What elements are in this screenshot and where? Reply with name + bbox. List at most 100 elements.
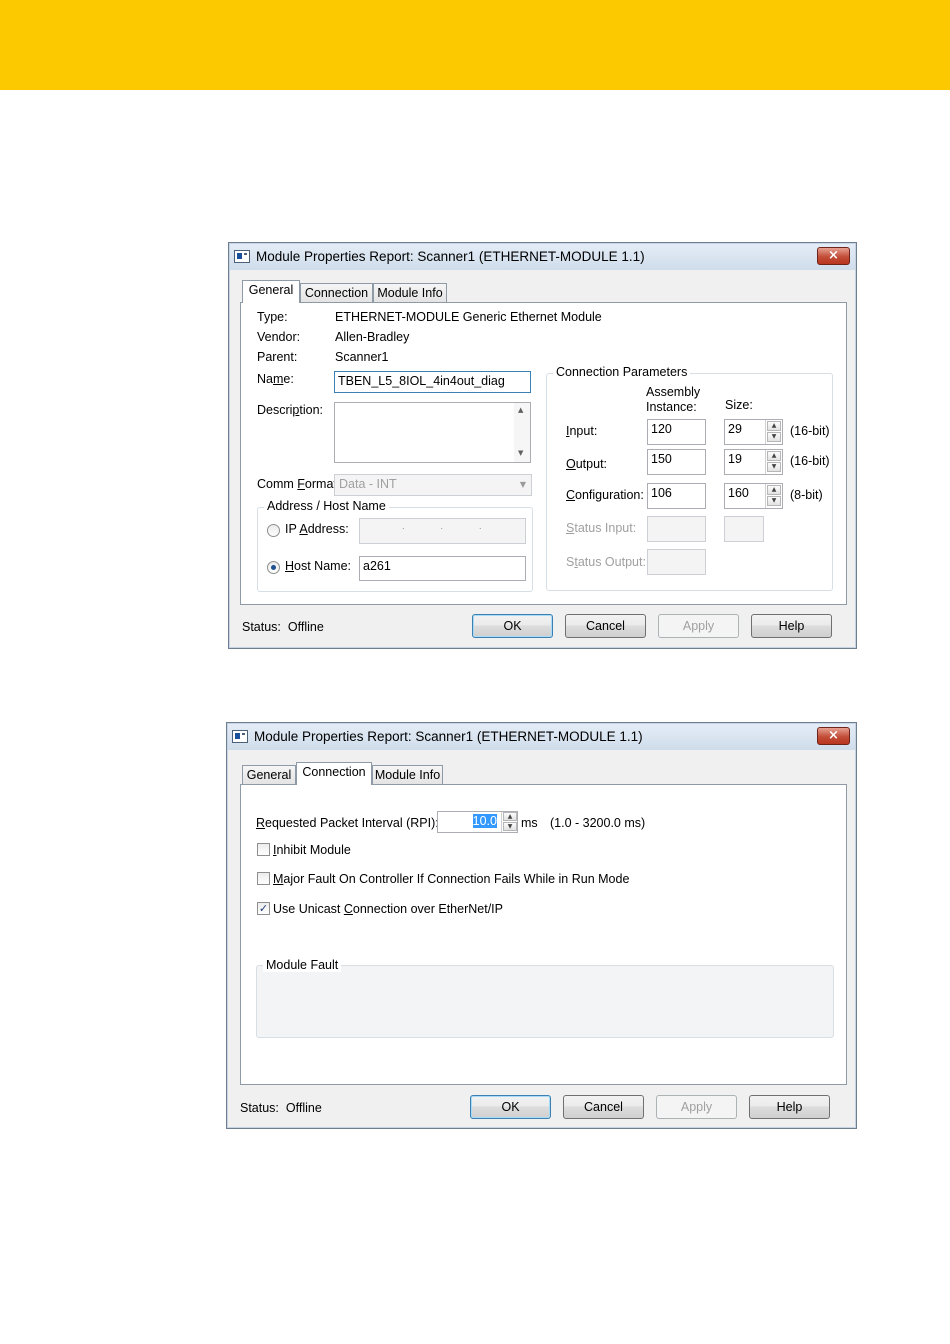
spin-up-icon[interactable]: ▲: [767, 485, 781, 495]
input-unit: (16-bit): [790, 424, 830, 438]
tab-connection[interactable]: Connection: [300, 283, 373, 303]
tab-general[interactable]: General: [242, 280, 300, 303]
general-tab-panel: Type: ETHERNET-MODULE Generic Ethernet M…: [240, 302, 847, 605]
spin-down-icon[interactable]: ▼: [767, 496, 781, 506]
spin-down-icon[interactable]: ▼: [767, 462, 781, 472]
tab-connection[interactable]: Connection: [296, 762, 372, 785]
check-mark-icon: ✓: [258, 902, 269, 915]
output-unit: (16-bit): [790, 454, 830, 468]
vendor-label: Vendor:: [257, 330, 301, 344]
tab-module-info[interactable]: Module Info: [372, 765, 443, 785]
chevron-down-icon: ▼: [519, 480, 526, 489]
unicast-connection-checkbox[interactable]: ✓: [257, 902, 270, 915]
module-properties-dialog-general: Module Properties Report: Scanner1 (ETHE…: [228, 242, 857, 649]
close-button[interactable]: ×: [817, 727, 850, 745]
host-name-radio[interactable]: [267, 561, 280, 574]
description-scrollbar[interactable]: ▲ ▼: [514, 403, 530, 462]
tab-label: General: [246, 768, 292, 782]
status-output-label: Status Output:: [566, 555, 646, 569]
cancel-button[interactable]: Cancel: [563, 1095, 644, 1119]
module-window-icon: [232, 730, 248, 743]
tab-module-info[interactable]: Module Info: [373, 283, 447, 303]
inhibit-module-label: Inhibit Module: [273, 843, 351, 857]
apply-button[interactable]: Apply: [658, 614, 739, 638]
module-fault-title: Module Fault: [263, 958, 342, 972]
vendor-value: Allen-Bradley: [335, 330, 410, 344]
type-label: Type:: [257, 310, 288, 324]
close-button[interactable]: ×: [817, 247, 850, 265]
tab-label: Connection: [302, 765, 366, 779]
status-text: Status: Offline: [242, 620, 324, 634]
output-label: Output:: [566, 457, 608, 471]
brand-header-band: [0, 0, 950, 90]
input-size-spinner[interactable]: ▲ ▼: [765, 420, 781, 444]
tab-label: Connection: [304, 286, 369, 300]
close-icon: ×: [828, 728, 839, 743]
apply-button[interactable]: Apply: [656, 1095, 737, 1119]
assembly-instance-header: Assembly Instance:: [646, 385, 701, 414]
ok-button[interactable]: OK: [472, 614, 553, 638]
spin-down-icon[interactable]: ▼: [767, 432, 781, 442]
type-value: ETHERNET-MODULE Generic Ethernet Module: [335, 310, 602, 324]
module-window-icon: [234, 250, 250, 263]
description-textarea[interactable]: [334, 402, 531, 463]
output-instance-field[interactable]: 150: [647, 449, 706, 475]
input-label: Input:: [566, 424, 598, 438]
configuration-instance-field[interactable]: 106: [647, 483, 706, 509]
rpi-label: Requested Packet Interval (RPI):: [256, 816, 439, 830]
tab-label: Module Info: [374, 768, 441, 782]
major-fault-label: Major Fault On Controller If Connection …: [273, 872, 630, 886]
host-name-input[interactable]: a261: [359, 556, 526, 581]
rpi-spinner[interactable]: ▲ ▼: [501, 812, 517, 832]
comm-format-label: Comm Format:: [257, 477, 341, 491]
parent-value: Scanner1: [335, 350, 389, 364]
rpi-range: (1.0 - 3200.0 ms): [550, 816, 646, 830]
comm-format-select[interactable]: Data - INT ▼: [334, 474, 532, 496]
ip-address-radio[interactable]: [267, 524, 280, 537]
spin-up-icon[interactable]: ▲: [767, 451, 781, 461]
spin-up-icon[interactable]: ▲: [767, 421, 781, 431]
configuration-label: Configuration:: [566, 488, 644, 502]
rpi-unit: ms: [521, 816, 538, 830]
output-size-spinner[interactable]: ▲ ▼: [765, 450, 781, 474]
name-label: Name:: [257, 372, 294, 386]
close-icon: ×: [828, 248, 839, 263]
connection-parameters-title: Connection Parameters: [553, 365, 691, 379]
help-button[interactable]: Help: [751, 614, 832, 638]
tab-label: Module Info: [377, 286, 443, 300]
scroll-down-icon[interactable]: ▼: [518, 449, 523, 457]
comm-format-value: Data - INT: [339, 477, 397, 491]
input-instance-field[interactable]: 120: [647, 419, 706, 445]
ip-address-field[interactable]: ...: [359, 518, 526, 544]
tab-label: General: [248, 283, 294, 297]
description-label: Description:: [257, 403, 324, 417]
ip-address-label: IP Address:: [285, 522, 349, 536]
address-group-title: Address / Host Name: [264, 499, 389, 513]
window-title: Module Properties Report: Scanner1 (ETHE…: [254, 729, 643, 744]
cancel-button[interactable]: Cancel: [565, 614, 646, 638]
scroll-up-icon[interactable]: ▲: [518, 406, 523, 414]
spin-up-icon[interactable]: ▲: [503, 812, 517, 821]
status-text: Status: Offline: [240, 1101, 322, 1115]
title-bar: Module Properties Report: Scanner1 (ETHE…: [228, 724, 855, 750]
module-properties-dialog-connection: Module Properties Report: Scanner1 (ETHE…: [226, 722, 857, 1129]
tab-general[interactable]: General: [242, 765, 296, 785]
unicast-connection-label: Use Unicast Connection over EtherNet/IP: [273, 902, 503, 916]
spin-down-icon[interactable]: ▼: [503, 822, 517, 831]
parent-label: Parent:: [257, 350, 298, 364]
host-name-label: Host Name:: [285, 559, 351, 573]
help-button[interactable]: Help: [749, 1095, 830, 1119]
size-header: Size:: [725, 398, 753, 412]
status-input-instance-field[interactable]: [647, 516, 706, 542]
status-input-label: Status Input:: [566, 521, 637, 535]
window-title: Module Properties Report: Scanner1 (ETHE…: [256, 249, 645, 264]
major-fault-checkbox[interactable]: [257, 872, 270, 885]
connection-tab-panel: Requested Packet Interval (RPI): 10.0 ▲ …: [240, 784, 847, 1085]
name-input[interactable]: TBEN_L5_8IOL_4in4out_diag: [334, 371, 531, 393]
inhibit-module-checkbox[interactable]: [257, 843, 270, 856]
status-input-size-field[interactable]: [724, 516, 764, 542]
configuration-size-spinner[interactable]: ▲ ▼: [765, 484, 781, 508]
title-bar: Module Properties Report: Scanner1 (ETHE…: [230, 244, 855, 270]
status-output-instance-field[interactable]: [647, 549, 706, 575]
ok-button[interactable]: OK: [470, 1095, 551, 1119]
